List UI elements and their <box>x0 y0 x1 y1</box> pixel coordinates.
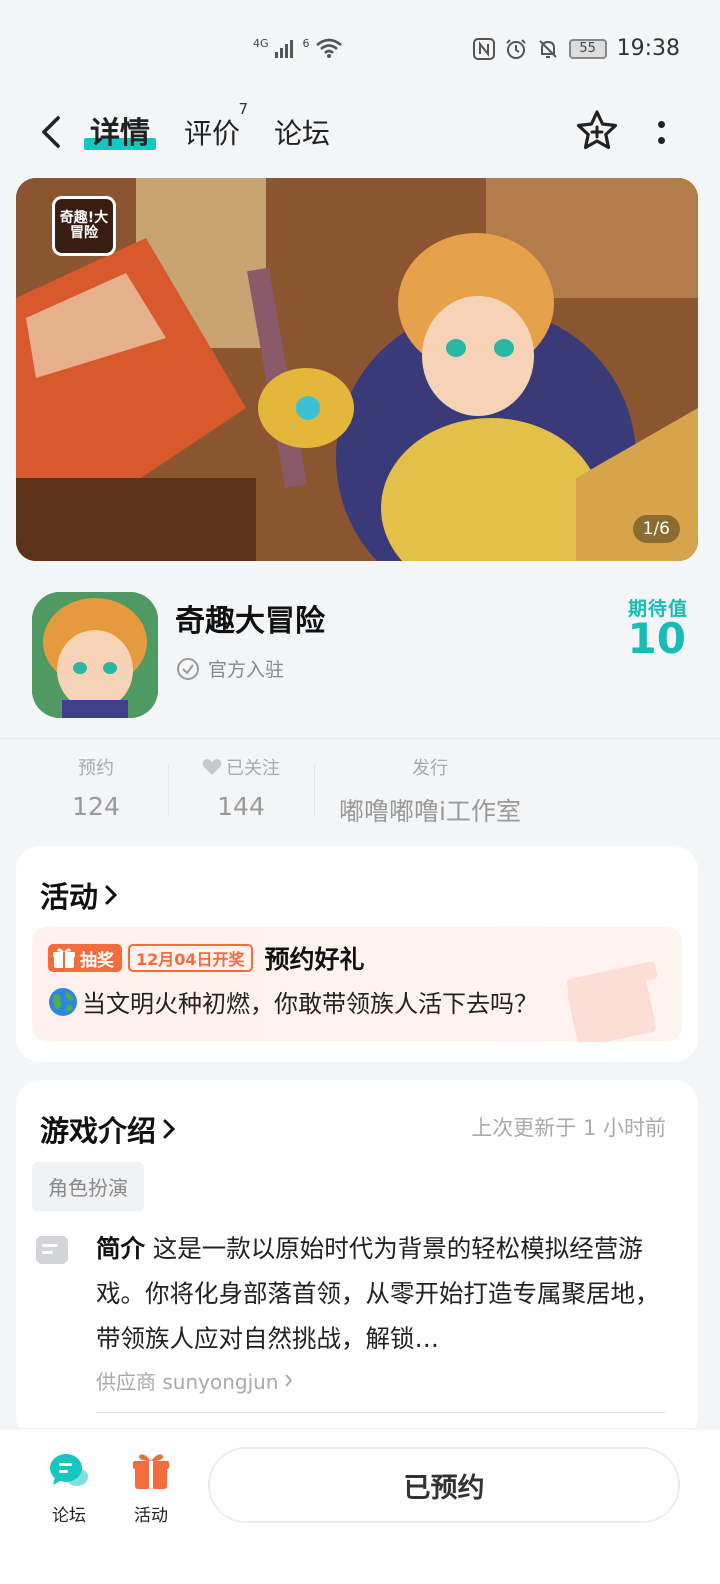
game-logo-text: 奇趣!大冒险 <box>59 209 109 241</box>
activity-card: 活动 抽奖 12月04日开奖 预约好礼 当文明火种初燃，你敢带领族人活下去吗？ <box>16 846 698 1062</box>
gift-watermark-icon <box>566 961 658 1042</box>
event-item[interactable]: 抽奖 12月04日开奖 预约好礼 当文明火种初燃，你敢带领族人活下去吗？ <box>32 926 682 1042</box>
battery-level: 55 <box>579 41 596 56</box>
genre-tag[interactable]: 角色扮演 <box>32 1162 144 1211</box>
intro-label: 简介 <box>96 1234 145 1263</box>
nfc-icon <box>472 37 495 60</box>
forum-chat-icon <box>50 1454 88 1486</box>
gift-icon <box>133 1454 169 1489</box>
stat-publisher[interactable]: 发行 嘟噜嘟噜i工作室 <box>330 754 530 828</box>
forum-label: 论坛 <box>52 1506 86 1526</box>
tab-details-label: 详情 <box>90 116 150 151</box>
stat-follow-label-wrap: 已关注 <box>186 754 296 780</box>
divider <box>0 738 720 739</box>
intro-header[interactable]: 游戏介绍 <box>40 1108 176 1150</box>
activity-label: 活动 <box>134 1506 168 1526</box>
chevron-right-icon <box>285 1374 293 1387</box>
tab-forum[interactable]: 论坛 <box>274 112 330 152</box>
app-icon <box>32 592 158 718</box>
tab-forum-label: 论坛 <box>274 117 331 150</box>
image-counter: 1/6 <box>632 515 680 543</box>
intro-text[interactable]: 简介 这是一款以原始时代为背景的轻松模拟经营游戏。你将化身部落首领，从零开始打造… <box>96 1226 666 1361</box>
stat-reserve-value: 124 <box>72 792 120 821</box>
official-label: 官方入驻 <box>208 659 285 681</box>
official-badge: 官方入驻 <box>176 655 284 682</box>
screenshot-banner[interactable]: 奇趣!大冒险 1/6 <box>16 178 698 561</box>
bottom-action-bar: 论坛 活动 已预约 <box>0 1428 720 1584</box>
network-label: 4G <box>253 36 269 50</box>
stat-publisher-value: 嘟噜嘟噜i工作室 <box>339 797 521 826</box>
back-icon[interactable] <box>36 114 68 150</box>
divider <box>96 1412 666 1413</box>
document-icon <box>36 1236 68 1264</box>
clock: 19:38 <box>616 36 680 61</box>
tab-bar: 详情 评价 7 论坛 <box>84 100 330 152</box>
intro-body: 这是一款以原始时代为背景的轻松模拟经营游戏。你将化身部落首领，从零开始打造专属聚… <box>96 1234 660 1353</box>
battery-icon: 55 <box>568 38 607 59</box>
check-circle-icon <box>177 657 199 680</box>
signal-icon <box>274 40 293 58</box>
signal-indicators: 4G 6 <box>253 36 342 58</box>
lottery-label: 抽奖 <box>80 950 114 971</box>
heart-icon <box>202 759 222 775</box>
banner-artwork <box>16 178 698 561</box>
intro-title: 游戏介绍 <box>40 1114 157 1148</box>
stat-reserve: 预约 124 <box>46 754 146 821</box>
event-header-row: 抽奖 12月04日开奖 预约好礼 <box>48 940 365 976</box>
app-title: 奇趣大冒险 <box>175 604 325 639</box>
stat-follow[interactable]: 已关注 144 <box>186 754 296 821</box>
top-nav: 详情 评价 7 论坛 <box>0 100 720 164</box>
stat-follow-label: 已关注 <box>226 758 280 779</box>
activity-header[interactable]: 活动 <box>40 874 118 916</box>
game-logo: 奇趣!大冒险 <box>52 196 116 256</box>
wifi-label: 6 <box>302 36 310 50</box>
chevron-right-icon <box>163 1119 176 1139</box>
event-name: 预约好礼 <box>264 945 365 974</box>
stat-separator <box>314 764 315 816</box>
status-right: 55 19:38 <box>472 36 680 61</box>
bottom-tab-activity[interactable]: 活动 <box>116 1451 186 1526</box>
globe-icon <box>49 987 77 1016</box>
provider-link[interactable]: 供应商 sunyongjun <box>96 1366 293 1395</box>
gift-icon <box>53 948 75 968</box>
tab-reviews-label: 评价 <box>184 117 241 150</box>
draw-date-tag: 12月04日开奖 <box>128 944 253 972</box>
provider-text: 供应商 sunyongjun <box>96 1370 279 1394</box>
star-add-icon[interactable] <box>574 108 620 154</box>
tab-reviews[interactable]: 评价 7 <box>184 100 248 152</box>
bottom-tab-forum[interactable]: 论坛 <box>34 1451 104 1526</box>
more-options-icon[interactable] <box>654 112 668 152</box>
event-description-text: 当文明火种初燃，你敢带领族人活下去吗？ <box>82 990 538 1018</box>
wifi-icon <box>315 38 342 58</box>
app-icon-art <box>32 592 158 718</box>
chevron-right-icon <box>105 885 118 905</box>
expectation-value: 10 <box>627 614 686 663</box>
game-intro-card: 游戏介绍 上次更新于 1 小时前 角色扮演 简介 这是一款以原始时代为背景的轻松… <box>16 1080 698 1440</box>
stat-separator <box>168 764 169 816</box>
reserved-label: 已预约 <box>403 1472 485 1504</box>
activity-title: 活动 <box>40 880 99 914</box>
reserved-button[interactable]: 已预约 <box>208 1447 680 1523</box>
stat-follow-value: 144 <box>217 792 265 821</box>
stat-reserve-label: 预约 <box>78 758 114 779</box>
stats-row: 预约 124 已关注 144 发行 嘟噜嘟噜i工作室 <box>0 754 720 826</box>
tab-details[interactable]: 详情 <box>84 108 156 152</box>
reviews-count-badge: 7 <box>238 100 249 118</box>
update-time: 上次更新于 1 小时前 <box>471 1116 666 1140</box>
alarm-icon <box>505 38 526 59</box>
event-description: 当文明火种初燃，你敢带领族人活下去吗？ <box>48 984 538 1019</box>
lottery-tag: 抽奖 <box>48 944 122 972</box>
mute-bell-icon <box>538 39 557 58</box>
status-bar: 4G 6 55 19:38 <box>0 0 720 100</box>
stat-publisher-label: 发行 <box>412 758 448 779</box>
